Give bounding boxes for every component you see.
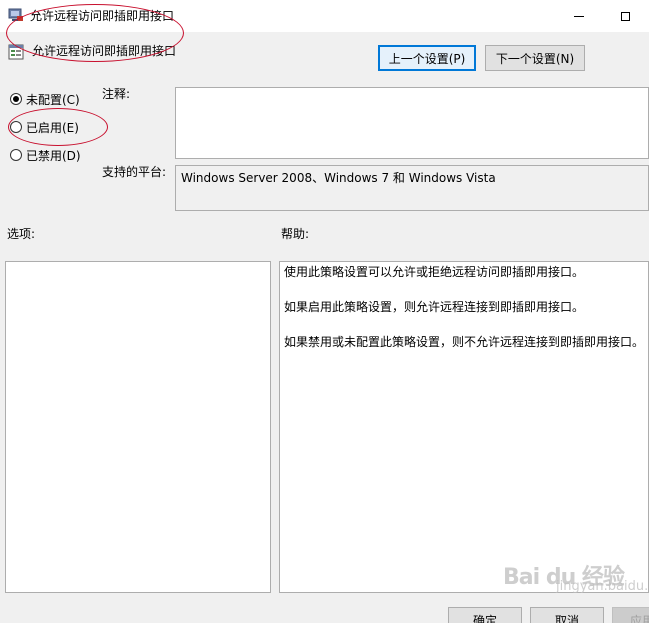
help-label: 帮助: (281, 227, 310, 241)
radio-enabled[interactable]: 已启用(E) (10, 118, 79, 136)
options-label: 选项: (7, 227, 36, 241)
maximize-button[interactable] (602, 0, 648, 32)
radio-label: 未配置(C) (26, 92, 80, 107)
previous-setting-button[interactable]: 上一个设置(P) (378, 45, 476, 71)
minimize-icon (574, 15, 584, 17)
apply-button[interactable]: 应用 (612, 607, 649, 623)
policy-dialog: 允许远程访问即插即用接口 允许远程访问即插即用接口 上一个设置(P) 下一个设置… (0, 0, 649, 623)
options-pane (5, 261, 271, 593)
title-bar: 允许远程访问即插即用接口 (0, 0, 649, 32)
radio-label: 已启用(E) (26, 120, 79, 135)
watermark-url: jingyan.baidu.com (556, 579, 649, 594)
radio-button[interactable] (10, 93, 22, 105)
comment-label: 注释: (102, 87, 131, 101)
cancel-button[interactable]: 取消 (530, 607, 604, 623)
help-paragraph: 如果启用此策略设置，则允许远程连接到即插即用接口。 (284, 300, 585, 314)
help-paragraph: 使用此策略设置可以允许或拒绝远程访问即插即用接口。 (284, 265, 585, 279)
maximize-icon (620, 11, 630, 21)
help-paragraph: 如果禁用或未配置此策略设置，则不允许远程连接到即插即用接口。 (284, 335, 645, 349)
minimize-button[interactable] (556, 0, 602, 32)
radio-button[interactable] (10, 149, 22, 161)
policy-name: 允许远程访问即插即用接口 (32, 44, 177, 58)
policy-item-icon (8, 44, 24, 60)
comment-textarea[interactable] (175, 87, 649, 159)
ok-button[interactable]: 确定 (448, 607, 522, 623)
supported-platform-label: 支持的平台: (102, 165, 167, 179)
window-title: 允许远程访问即插即用接口 (30, 9, 175, 23)
policy-settings-icon (8, 8, 23, 21)
radio-not-configured[interactable]: 未配置(C) (10, 90, 80, 108)
radio-label: 已禁用(D) (26, 148, 81, 163)
radio-disabled[interactable]: 已禁用(D) (10, 146, 81, 164)
next-setting-button[interactable]: 下一个设置(N) (485, 45, 585, 71)
help-pane: 使用此策略设置可以允许或拒绝远程访问即插即用接口。 如果启用此策略设置，则允许远… (279, 261, 649, 593)
radio-button[interactable] (10, 121, 22, 133)
supported-platform-value: Windows Server 2008、Windows 7 和 Windows … (175, 165, 649, 211)
